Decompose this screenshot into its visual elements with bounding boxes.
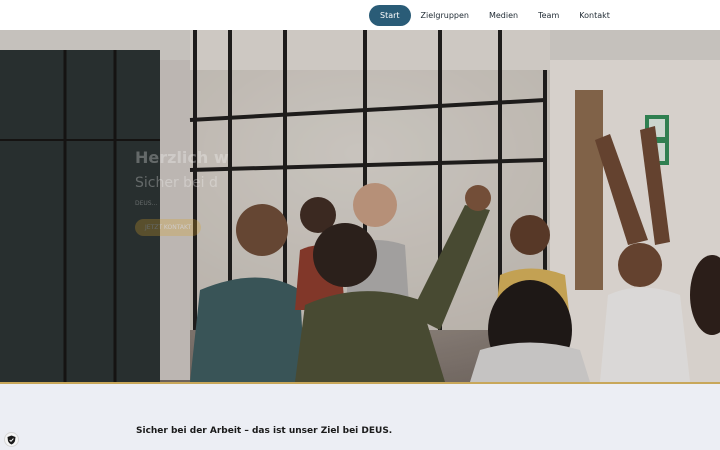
nav-item-medien[interactable]: Medien [479, 5, 528, 26]
hero-background-photo [0, 30, 720, 382]
hero-section: Herzlich w Sicher bei d DEUS... JETZT KO… [0, 30, 720, 382]
intro-heading: Sicher bei der Arbeit – das ist unser Zi… [136, 426, 393, 436]
intro-section: Sicher bei der Arbeit – das ist unser Zi… [0, 384, 720, 450]
hero-title: Herzlich w [135, 148, 229, 167]
shield-check-icon [7, 435, 16, 444]
hero-small-text: DEUS... [135, 200, 158, 207]
nav-item-start[interactable]: Start [369, 5, 411, 26]
privacy-badge-button[interactable] [4, 432, 19, 447]
nav-item-team[interactable]: Team [528, 5, 569, 26]
hero-subtitle: Sicher bei d [135, 175, 218, 191]
top-navigation-bar: Start Zielgruppen Medien Team Kontakt [0, 0, 720, 30]
hero-contact-button[interactable]: JETZT KONTAKT [135, 219, 202, 236]
main-nav: Start Zielgruppen Medien Team Kontakt [369, 5, 620, 26]
nav-item-kontakt[interactable]: Kontakt [569, 5, 620, 26]
nav-item-zielgruppen[interactable]: Zielgruppen [411, 5, 479, 26]
hero-text-block: Herzlich w Sicher bei d DEUS... JETZT KO… [135, 148, 229, 236]
